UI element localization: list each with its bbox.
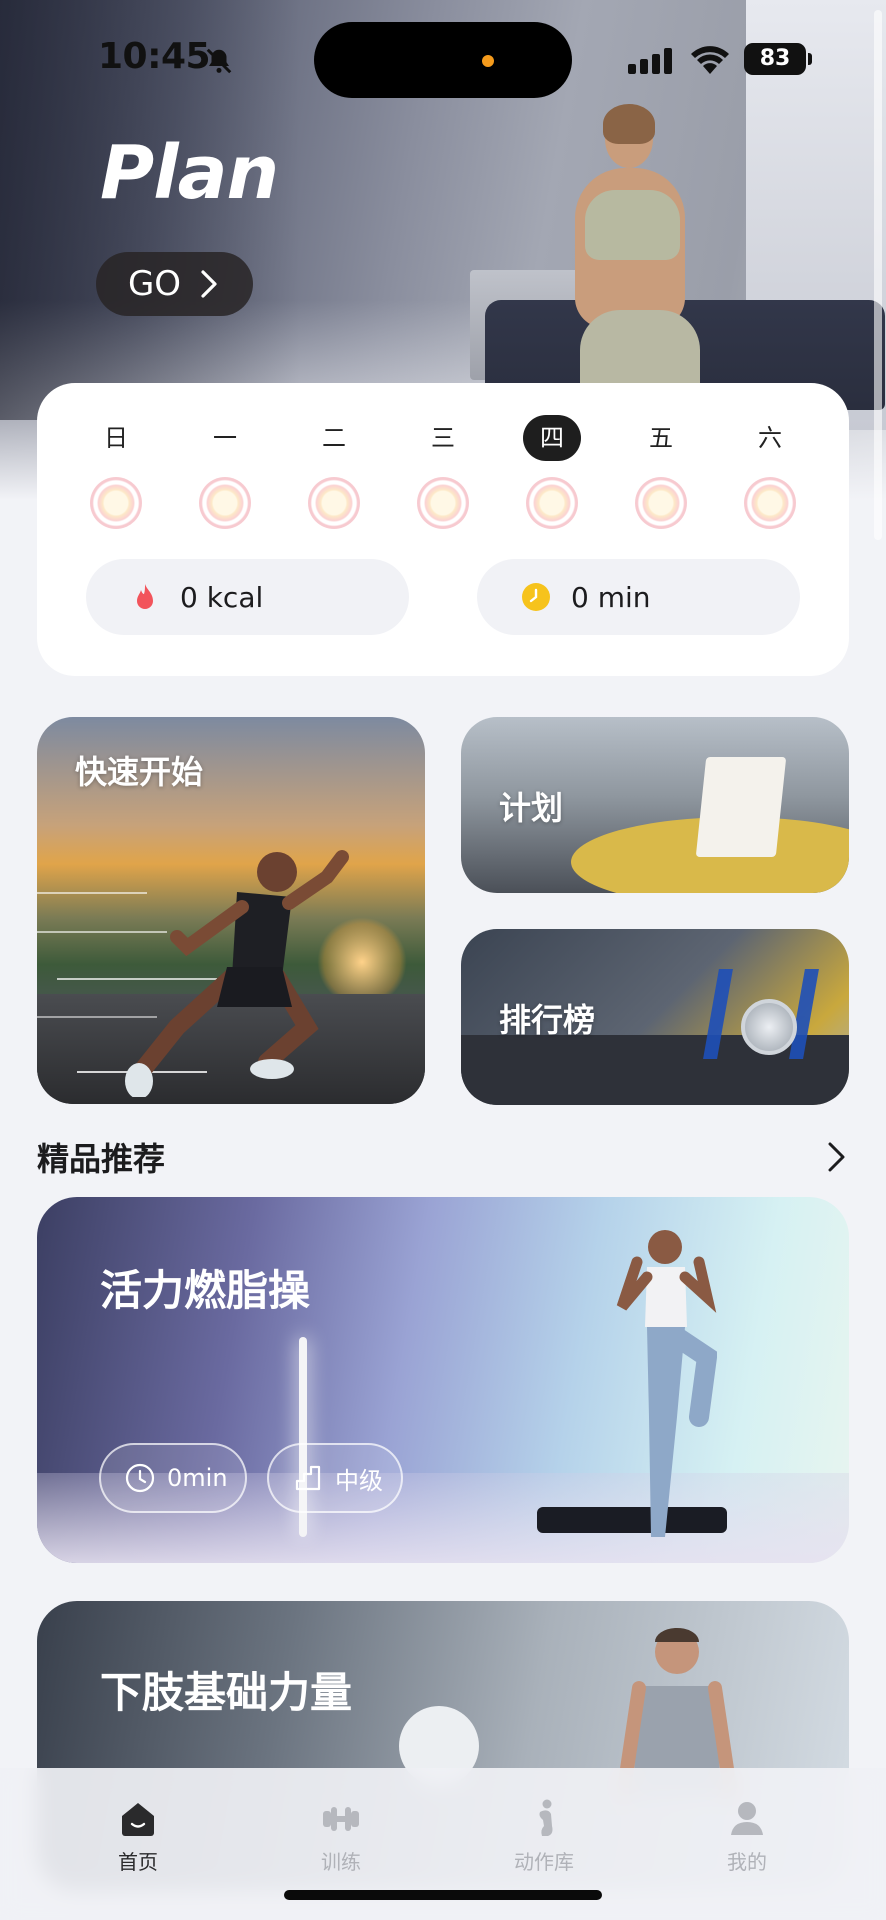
chevron-right-icon	[201, 270, 217, 298]
medal-image	[741, 999, 797, 1055]
day-wed[interactable]: 三	[414, 415, 472, 461]
duration-chip: 0min	[99, 1443, 247, 1513]
quick-start-tile[interactable]: 快速开始	[37, 717, 425, 1104]
go-button-label: GO	[127, 264, 182, 304]
scrollbar[interactable]	[874, 10, 882, 540]
stretch-person-icon	[539, 1799, 553, 1836]
duration-stat: 0 min	[477, 559, 800, 635]
tab-home-label: 首页	[118, 1850, 158, 1874]
day-fri[interactable]: 五	[632, 415, 690, 461]
clock-icon	[522, 583, 550, 611]
go-button[interactable]: GO	[96, 252, 253, 316]
home-icon	[122, 1803, 154, 1836]
activity-ring	[526, 477, 578, 529]
quick-start-label: 快速开始	[75, 753, 204, 791]
desk-calendar-image	[695, 757, 787, 857]
calories-value: 0 kcal	[180, 580, 264, 614]
tab-training-label: 训练	[321, 1850, 361, 1874]
day-mon[interactable]: 一	[196, 415, 254, 461]
leaderboard-label: 排行榜	[499, 1001, 596, 1039]
home-indicator[interactable]	[284, 1890, 602, 1900]
wifi-icon	[691, 46, 729, 74]
weekly-progress-card: 日 一 二 三 四 五 六 0 kcal 0 min	[37, 383, 849, 676]
featured-workout-card[interactable]: 活力燃脂操 0min 中级	[37, 1197, 849, 1563]
duration-value: 0 min	[571, 580, 651, 614]
activity-ring	[199, 477, 251, 529]
stairs-icon	[295, 1465, 321, 1491]
activity-ring	[635, 477, 687, 529]
activity-ring	[90, 477, 142, 529]
level-chip: 中级	[267, 1443, 403, 1513]
plan-label: 计划	[499, 789, 564, 827]
dumbbell-icon	[323, 1807, 359, 1831]
battery-indicator: 83	[744, 43, 812, 75]
cellular-signal-icon	[628, 48, 672, 74]
chevron-right-icon[interactable]	[826, 1140, 848, 1174]
status-time: 10:45	[98, 36, 211, 77]
calories-stat: 0 kcal	[86, 559, 409, 635]
activity-ring	[417, 477, 469, 529]
duration-chip-label: 0min	[167, 1464, 228, 1492]
day-sun[interactable]: 日	[87, 415, 145, 461]
dynamic-island	[314, 22, 572, 98]
day-sat[interactable]: 六	[741, 415, 799, 461]
hero-athlete-image	[555, 104, 715, 410]
recording-dot-icon	[482, 55, 494, 67]
workout-title: 下肢基础力量	[100, 1668, 353, 1717]
leaderboard-tile[interactable]: 排行榜	[461, 929, 849, 1105]
tab-profile-label: 我的	[727, 1850, 767, 1874]
fitness-woman-image	[616, 1230, 717, 1537]
tab-exercise-library-label: 动作库	[514, 1850, 574, 1874]
clock-outline-icon	[125, 1463, 155, 1493]
tab-training[interactable]: 训练	[281, 1798, 401, 1875]
profile-icon	[731, 1802, 763, 1835]
featured-section-title: 精品推荐	[37, 1140, 166, 1178]
day-thu[interactable]: 四	[523, 415, 581, 461]
hero-title: Plan	[100, 130, 279, 216]
flame-icon	[137, 584, 153, 609]
plan-tile[interactable]: 计划	[461, 717, 849, 893]
tab-exercise-library[interactable]: 动作库	[484, 1798, 604, 1875]
tab-home[interactable]: 首页	[78, 1798, 198, 1875]
sprinter-image	[125, 850, 349, 1097]
activity-ring	[744, 477, 796, 529]
workout-title: 活力燃脂操	[100, 1266, 311, 1315]
day-tue[interactable]: 二	[305, 415, 363, 461]
activity-ring	[308, 477, 360, 529]
bell-muted-icon	[206, 48, 232, 74]
level-chip-label: 中级	[335, 1466, 383, 1495]
tab-profile[interactable]: 我的	[687, 1798, 807, 1875]
